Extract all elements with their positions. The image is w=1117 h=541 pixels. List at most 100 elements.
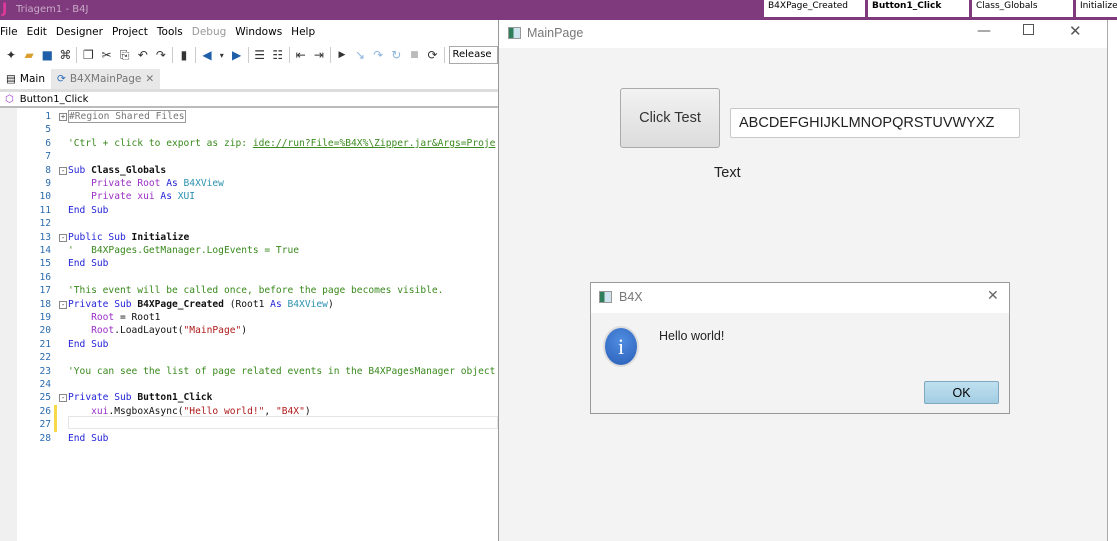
- run-icon[interactable]: ▶: [335, 48, 349, 63]
- chevron-down-icon[interactable]: ▾: [218, 48, 226, 63]
- code-token: 'You can see the list of page related ev…: [68, 365, 496, 377]
- code-token: Private: [68, 178, 138, 189]
- code-text: Sub Class_Globals: [68, 164, 166, 177]
- code-token: Initialize: [131, 231, 190, 243]
- menu-windows[interactable]: Windows: [235, 24, 288, 42]
- sub-selector[interactable]: ⬡ Button1_Click: [0, 89, 498, 108]
- module-icon: ▤: [6, 73, 16, 85]
- code-line[interactable]: 7: [17, 150, 498, 163]
- code-text: Private Sub Button1_Click: [68, 391, 212, 404]
- code-editor[interactable]: 1 + #Region Shared Files 5 6 'Ctrl + click to…: [17, 108, 498, 541]
- build-config-select[interactable]: Release: [448, 46, 498, 64]
- code-line[interactable]: 5: [17, 123, 498, 136]
- pinned-tab-button1-click[interactable]: Button1_Click: [868, 0, 972, 17]
- dialog-close-button[interactable]: ✕: [987, 288, 999, 304]
- click-test-button[interactable]: Click Test: [620, 88, 720, 148]
- menu-help[interactable]: Help: [291, 24, 321, 42]
- code-line[interactable]: 20 Root.LoadLayout("MainPage"): [17, 324, 498, 337]
- tab-main[interactable]: ▤ Main: [0, 69, 51, 89]
- code-line[interactable]: 21 End Sub: [17, 338, 498, 351]
- close-tab-icon[interactable]: ✕: [145, 73, 154, 85]
- code-token: Root: [137, 178, 167, 189]
- code-line[interactable]: 24: [17, 378, 498, 391]
- indent-icon[interactable]: ⇥: [312, 48, 326, 63]
- restart-icon[interactable]: ⟳: [425, 48, 439, 63]
- new-file-icon[interactable]: ✦: [4, 48, 18, 63]
- line-number: 18: [39, 298, 51, 310]
- comment-icon[interactable]: ☰: [253, 48, 267, 63]
- pinned-tab-class-globals[interactable]: Class_Globals: [972, 0, 1076, 17]
- code-line[interactable]: 19 Root = Root1: [17, 311, 498, 324]
- code-line[interactable]: 14 ' B4XPages.GetManager.LogEvents = True: [17, 244, 498, 257]
- outdent-icon[interactable]: ⇤: [294, 48, 308, 63]
- line-number: 6: [45, 137, 51, 149]
- minimize-button[interactable]: —: [977, 23, 991, 39]
- code-token: As: [270, 298, 288, 310]
- menu-edit[interactable]: Edit: [27, 24, 53, 42]
- code-line[interactable]: 1 + #Region Shared Files: [17, 110, 498, 123]
- collapse-icon[interactable]: -: [59, 300, 67, 309]
- bookmark-icon[interactable]: ▮: [177, 48, 191, 63]
- line-number: 25: [39, 392, 51, 404]
- redo-icon[interactable]: ↷: [154, 48, 168, 63]
- mainpage-title-bar: MainPage — ✕: [499, 20, 1108, 48]
- cut-icon[interactable]: ✂: [99, 48, 113, 63]
- menu-project[interactable]: Project: [112, 24, 154, 42]
- toolbar: ✦ ▰ ■ ⌘ ❐ ✂ ⎘ ↶ ↷ ▮ ◀ ▾ ▶ ☰ ☷ ⇤ ⇥ ▶ ↘ ↷ …: [0, 44, 498, 66]
- menu-designer[interactable]: Designer: [56, 24, 109, 42]
- code-line[interactable]: 25- Private Sub Button1_Click: [17, 391, 498, 404]
- line-number: 8: [45, 164, 51, 176]
- uncomment-icon[interactable]: ☷: [271, 48, 285, 63]
- code-text: 'You can see the list of page related ev…: [68, 365, 495, 378]
- close-button[interactable]: ✕: [1069, 22, 1082, 40]
- line-number: 11: [39, 204, 51, 216]
- expand-icon[interactable]: +: [59, 113, 67, 121]
- save-all-icon[interactable]: ⌘: [58, 48, 72, 63]
- code-line[interactable]: 23 'You can see the list of page related …: [17, 365, 498, 378]
- code-line[interactable]: 8- Sub Class_Globals: [17, 164, 498, 177]
- back-icon[interactable]: ◀: [200, 48, 214, 63]
- copy-icon[interactable]: ❐: [81, 48, 95, 63]
- collapse-icon[interactable]: -: [59, 166, 67, 175]
- collapse-icon[interactable]: -: [59, 394, 67, 403]
- mainpage-title: MainPage: [527, 26, 584, 40]
- code-token: xui: [137, 191, 161, 203]
- code-line[interactable]: 22: [17, 351, 498, 364]
- menu-file[interactable]: File: [0, 24, 24, 42]
- text-field[interactable]: ABCDEFGHIJKLMNOPQRSTUVWYXZ: [730, 108, 1020, 138]
- code-line[interactable]: 18- Private Sub B4XPage_Created (Root1 As…: [17, 298, 498, 311]
- code-token: Public Sub: [68, 231, 132, 243]
- code-line[interactable]: 13- Public Sub Initialize: [17, 231, 498, 244]
- code-token: XUI: [177, 191, 196, 203]
- ok-button[interactable]: OK: [924, 381, 999, 404]
- tab-b4xmainpage[interactable]: ⟳ B4XMainPage ✕: [51, 69, 161, 89]
- code-line[interactable]: 28 End Sub: [17, 432, 498, 445]
- code-token: #Region Shared Files: [68, 110, 186, 123]
- pinned-tab-initialize[interactable]: Initialize: [1076, 0, 1117, 17]
- step-into-icon: ↘: [355, 47, 366, 62]
- code-text: #Region Shared Files: [68, 110, 186, 123]
- paste-icon[interactable]: ⎘: [118, 48, 132, 63]
- code-line[interactable]: 11 End Sub: [17, 204, 498, 217]
- save-icon[interactable]: ■: [40, 48, 54, 63]
- code-line[interactable]: 17 'This event will be called once, befor…: [17, 284, 498, 297]
- stop-icon: ■: [410, 49, 419, 60]
- code-line[interactable]: 6 'Ctrl + click to export as zip: ide://r…: [17, 137, 498, 150]
- pinned-tab-b4xpage-created[interactable]: B4XPage_Created: [764, 0, 868, 17]
- code-line[interactable]: 12: [17, 217, 498, 230]
- open-folder-icon[interactable]: ▰: [22, 48, 36, 63]
- menu-tools[interactable]: Tools: [157, 24, 189, 42]
- separator: [247, 47, 249, 63]
- code-line[interactable]: 15 End Sub: [17, 257, 498, 270]
- code-line[interactable]: 10 Private xui As XUI: [17, 190, 498, 203]
- text-label: Text: [714, 165, 741, 181]
- code-line[interactable]: 9 Private Root As B4XView: [17, 177, 498, 190]
- line-number: 17: [39, 285, 51, 297]
- line-number: 5: [45, 124, 51, 136]
- code-text: 'Ctrl + click to export as zip: ide://ru…: [68, 137, 495, 150]
- code-line[interactable]: 16: [17, 271, 498, 284]
- forward-icon[interactable]: ▶: [230, 48, 244, 63]
- maximize-button[interactable]: [1023, 24, 1034, 35]
- collapse-icon[interactable]: -: [59, 233, 67, 242]
- undo-icon[interactable]: ↶: [136, 48, 150, 63]
